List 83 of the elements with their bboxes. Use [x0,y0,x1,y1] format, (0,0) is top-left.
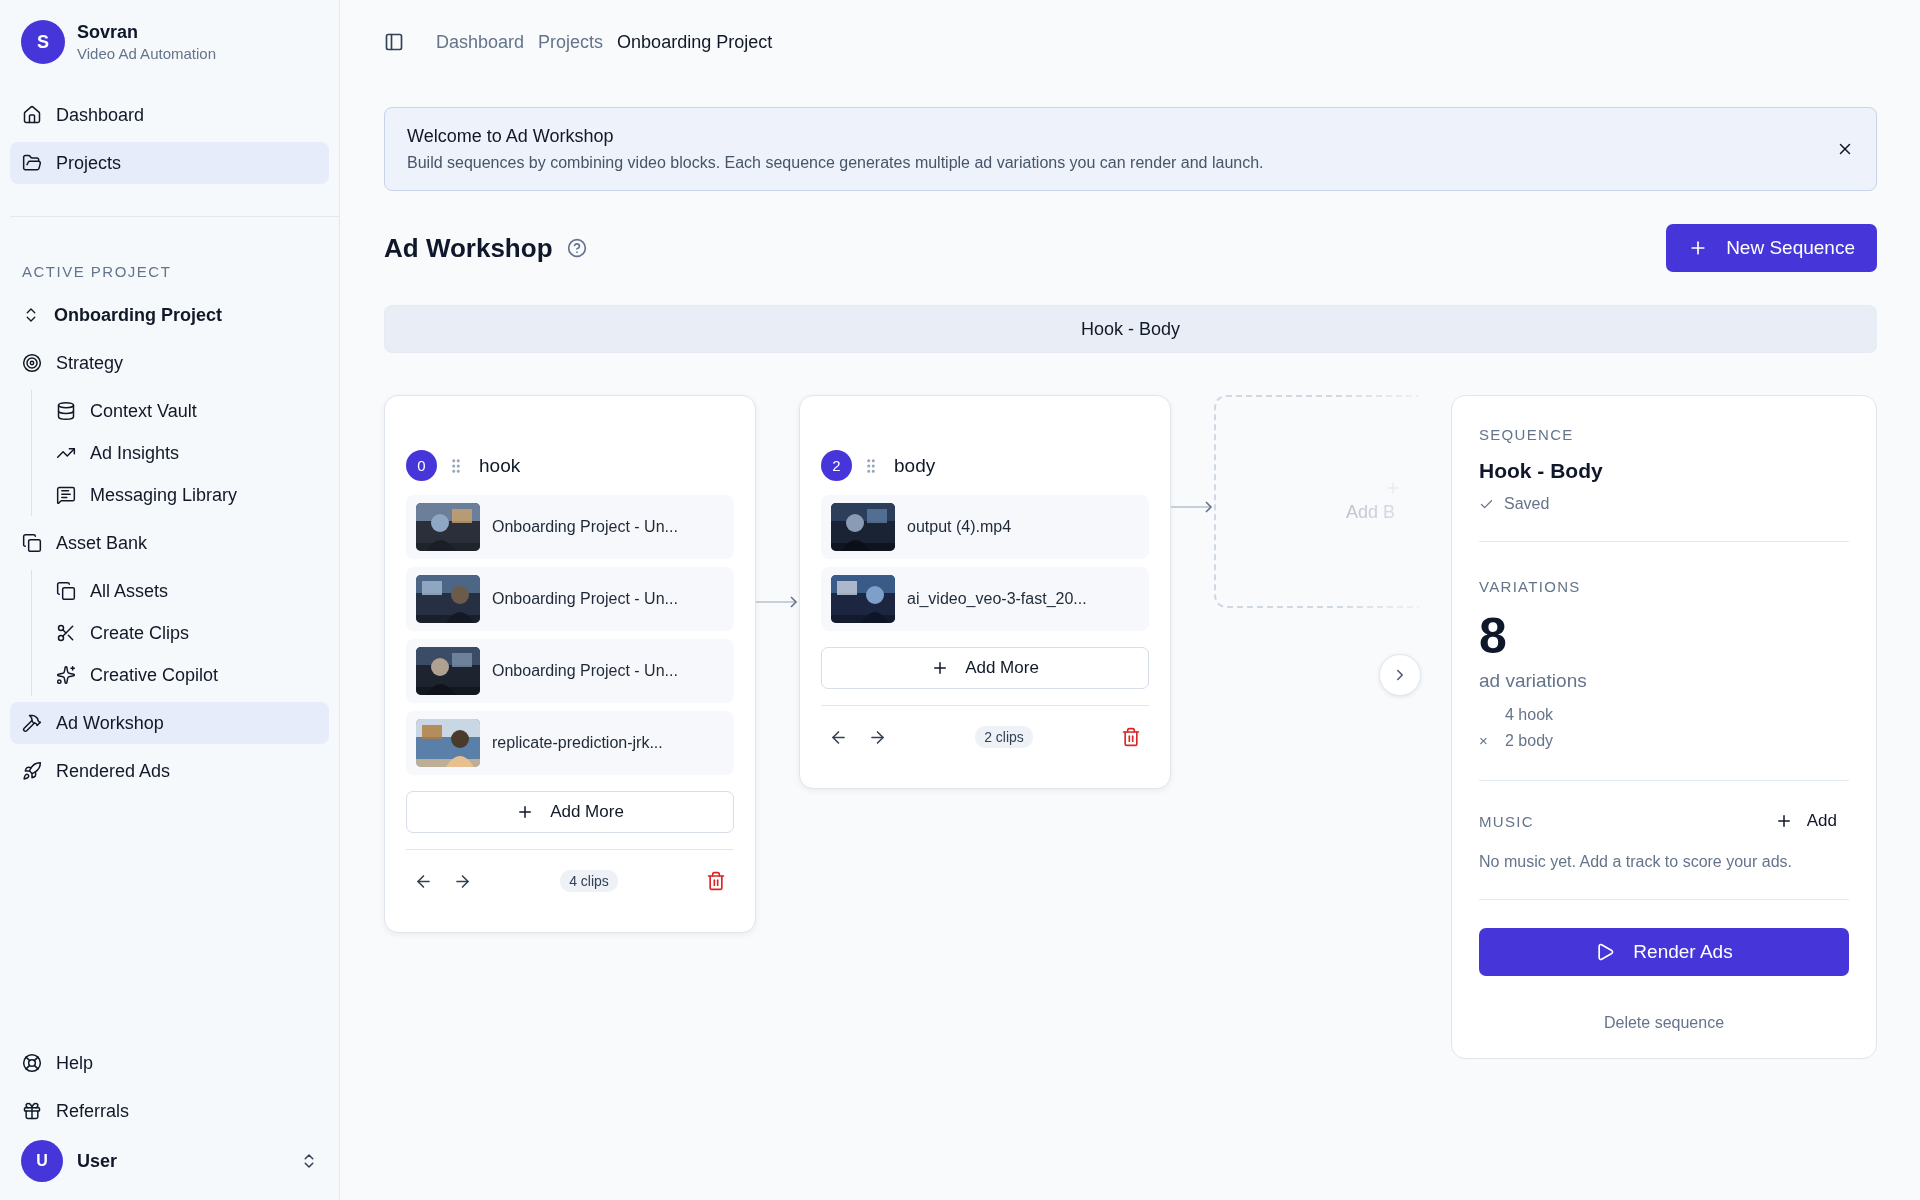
brand-avatar: S [21,20,65,64]
music-empty-text: No music yet. Add a track to score your ads. [1479,853,1794,871]
clip-item[interactable]: replicate-prediction-jrk... [406,711,734,775]
block-number: 2 [821,450,852,481]
sequence-tab[interactable]: Hook - Body [384,305,1877,353]
page-title: Ad Workshop [384,232,553,264]
sidebar-item[interactable]: Strategy [10,342,329,384]
clip-count: 4 clips [560,870,618,892]
play-icon [1595,942,1616,962]
brand-subtitle: Video Ad Automation [77,45,216,62]
add-more-button[interactable]: Add More [406,791,734,833]
database-icon [56,401,76,421]
clip-item[interactable]: Onboarding Project - Un... [406,639,734,703]
clip-name: Onboarding Project - Un... [492,590,678,608]
factor-text: 4 hook [1505,706,1554,724]
clip-name: output (4).mp4 [907,518,1012,536]
clip-item[interactable]: ai_video_veo-3-fast_20... [821,567,1149,631]
section-label: MUSIC [1479,812,1534,830]
add-more-button[interactable]: Add More [821,647,1149,689]
sidebar-toggle-icon[interactable] [384,32,404,52]
clip-item[interactable]: Onboarding Project - Un... [406,567,734,631]
clip-name: replicate-prediction-jrk... [492,734,663,752]
block-number: 0 [406,450,437,481]
block-name: hook [479,454,521,477]
lifebuoy-icon [22,1053,42,1073]
variations-label: ad variations [1479,670,1588,692]
add-music-button[interactable]: Add [1774,811,1849,831]
delete-sequence-link[interactable]: Delete sequence [1603,1014,1725,1032]
sequence-name: Hook - Body [1479,459,1604,483]
sidebar-subitem[interactable]: Ad Insights [44,432,329,474]
scissors-icon [56,623,76,643]
breadcrumb[interactable]: Onboarding Project [617,31,773,53]
sidebar-item[interactable]: Projects [10,142,329,184]
sidebar-subitem[interactable]: Context Vault [44,390,329,432]
section-heading: ACTIVE PROJECT [21,263,173,280]
clip-name: ai_video_veo-3-fast_20... [907,590,1087,608]
copy-icon [22,533,42,553]
clip-name: Onboarding Project - Un... [492,662,678,680]
connector-arrow [756,596,798,608]
section-label: VARIATIONS [1479,578,1582,595]
sidebar-item[interactable]: Rendered Ads [10,750,329,792]
target-icon [22,353,42,373]
clip-count: 2 clips [975,726,1033,748]
banner-text: Build sequences by combining video blocks. Each sequence generates multiple ad variations you can render and launch. [407,154,1265,172]
render-ads-button[interactable]: Render Ads [1479,928,1849,976]
sparkles-icon [56,665,76,685]
project-switcher[interactable]: Onboarding Project [10,294,329,336]
sidebar-item[interactable]: Referrals [10,1090,329,1132]
gift-icon [22,1101,42,1121]
breadcrumb[interactable]: Projects [538,31,604,53]
sidebar-subitem[interactable]: Create Clips [44,612,329,654]
sidebar-item[interactable]: Asset Bank [10,522,329,564]
folder-icon [22,153,42,173]
sidebar-subitem[interactable]: All Assets [44,570,329,612]
copy-icon [56,581,76,601]
trash-icon[interactable] [1121,727,1141,747]
connector-arrow [1171,501,1213,513]
sidebar-subitem[interactable]: Creative Copilot [44,654,329,696]
clip-name: Onboarding Project - Un... [492,518,678,536]
block-name: body [894,454,936,477]
breadcrumb[interactable]: Dashboard [436,31,525,53]
variations-count: 8 [1479,609,1508,664]
rocket-icon [22,761,42,781]
multiply-sign: × [1479,732,1489,750]
sidebar-item[interactable]: Dashboard [10,94,329,136]
factor-text: 2 body [1505,732,1554,750]
section-label: SEQUENCE [1479,426,1575,443]
sidebar-subitem[interactable]: Messaging Library [44,474,329,516]
clip-item[interactable]: output (4).mp4 [821,495,1149,559]
help-icon[interactable] [566,238,587,258]
trash-icon[interactable] [706,871,726,891]
banner-title: Welcome to Ad Workshop [407,126,615,147]
brand-name: Sovran [77,22,140,43]
clip-item[interactable]: Onboarding Project - Un... [406,495,734,559]
save-status: Saved [1504,495,1550,513]
user-name: User [77,1150,119,1172]
sidebar-item[interactable]: Ad Workshop [10,702,329,744]
hammer-icon [22,713,42,733]
user-avatar: U [21,1140,63,1182]
sidebar-item[interactable]: Help [10,1042,329,1084]
new-sequence-button[interactable]: New Sequence [1666,224,1877,272]
home-icon [22,105,42,125]
message-icon [56,485,76,505]
